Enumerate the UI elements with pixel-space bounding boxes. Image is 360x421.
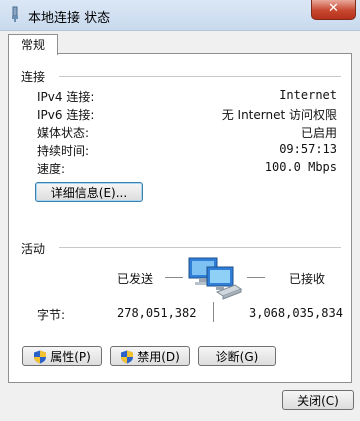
connection-heading: 连接 — [21, 70, 46, 84]
activity-separator — [213, 302, 214, 322]
sent-line — [165, 277, 183, 278]
sent-label: 已发送 — [117, 272, 154, 286]
activity-divider — [59, 247, 341, 248]
network-connection-icon — [12, 6, 18, 22]
properties-button-label: 属性(P) — [50, 350, 91, 364]
received-label: 已接收 — [289, 272, 326, 286]
disable-button[interactable]: 禁用(D) — [110, 346, 190, 366]
bytes-received-value: 3,068,035,834 — [249, 306, 343, 320]
window-title: 本地连接 状态 — [28, 11, 111, 26]
diagnose-button[interactable]: 诊断(G) — [198, 346, 276, 366]
received-line — [247, 277, 265, 278]
speed-label: 速度: — [37, 162, 66, 176]
uac-shield-icon — [34, 350, 47, 364]
ipv4-value: Internet — [279, 88, 337, 102]
title-bar[interactable]: 本地连接 状态 ✕ — [0, 0, 360, 31]
duration-label: 持续时间: — [37, 144, 90, 158]
bytes-sent-value: 278,051,382 — [117, 306, 197, 320]
media-state-label: 媒体状态: — [37, 126, 90, 140]
bytes-label: 字节: — [37, 308, 66, 322]
uac-shield-icon — [121, 350, 134, 364]
window-close-button[interactable]: ✕ — [311, 0, 356, 20]
ipv6-value: 无 Internet 访问权限 — [221, 108, 337, 122]
media-state-value: 已启用 — [300, 126, 337, 140]
connection-divider — [59, 76, 341, 77]
ipv6-label: IPv6 连接: — [37, 108, 95, 122]
network-computers-icon — [188, 257, 243, 300]
ipv4-label: IPv4 连接: — [37, 90, 95, 104]
activity-heading: 活动 — [21, 242, 46, 256]
general-panel: 连接 IPv4 连接: Internet IPv6 连接: 无 Internet… — [8, 53, 352, 383]
speed-value: 100.0 Mbps — [264, 160, 337, 174]
close-button[interactable]: 关闭(C) — [282, 390, 354, 410]
details-button[interactable]: 详细信息(E)... — [35, 182, 143, 202]
tab-general[interactable]: 常规 — [8, 34, 58, 55]
properties-button[interactable]: 属性(P) — [22, 346, 102, 366]
duration-value: 09:57:13 — [279, 142, 337, 156]
disable-button-label: 禁用(D) — [137, 350, 180, 364]
